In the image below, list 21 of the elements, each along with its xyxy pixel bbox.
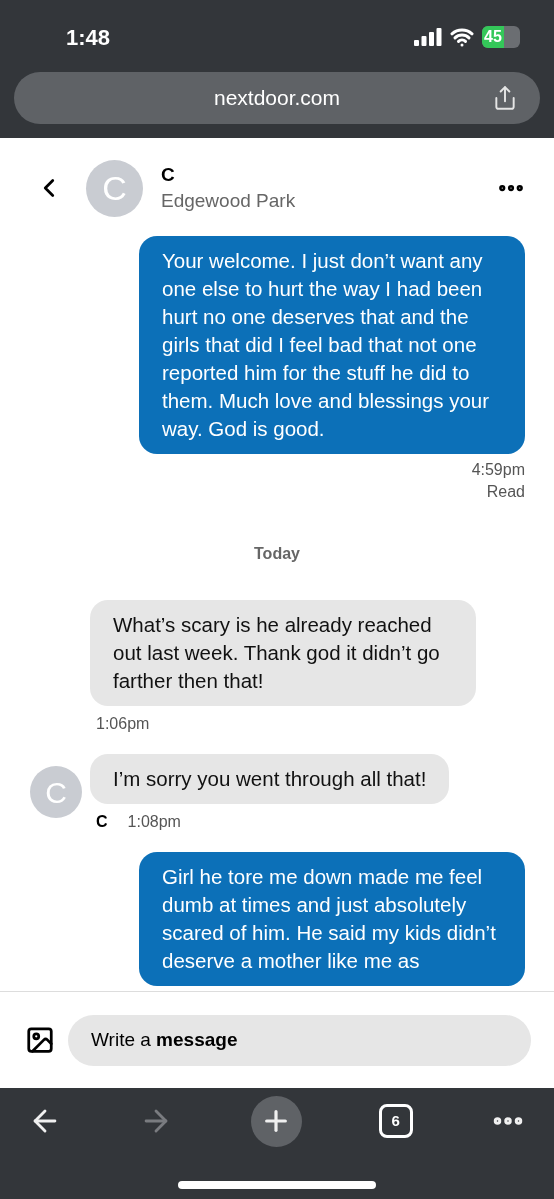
incoming-message: I’m sorry you went through all that!	[90, 754, 450, 804]
status-time: 1:48	[66, 23, 111, 52]
url-text: nextdoor.com	[213, 85, 341, 112]
outgoing-message: Your welcome. I just don’t want any one else to hurt the way I had been hurt no one deserves that and the girls that did I feel bad that not one reported him for the stuff he did to them. Much love and blessings your way. God is good.	[139, 236, 525, 454]
message-field[interactable]: Write a message	[68, 1014, 531, 1066]
message-time: 4:59pm	[471, 460, 525, 480]
image-icon[interactable]	[25, 1025, 55, 1055]
incoming-message: What’s scary is he already reached out last week. Thank god it didn’t go farther then that!	[90, 600, 476, 706]
signal-icon	[414, 28, 442, 46]
date-divider: Today	[254, 544, 300, 564]
contact-name: C	[161, 163, 176, 187]
share-icon[interactable]	[492, 85, 518, 111]
tab-count-button[interactable]: 6	[378, 1104, 413, 1138]
sender-name: C	[96, 812, 108, 832]
contact-location: Edgewood Park	[161, 189, 297, 213]
message-time: 1:08pm	[127, 812, 181, 832]
read-status: Read	[486, 482, 525, 502]
address-bar[interactable]: nextdoor.com	[14, 72, 540, 124]
message-time: 1:06pm	[96, 714, 150, 734]
outgoing-message: Girl he tore me down made me feel dumb at times and just absolutely scared of him. He said my kids didn’t deserve a mother like me as	[139, 852, 525, 986]
battery-indicator: 45	[482, 26, 520, 48]
